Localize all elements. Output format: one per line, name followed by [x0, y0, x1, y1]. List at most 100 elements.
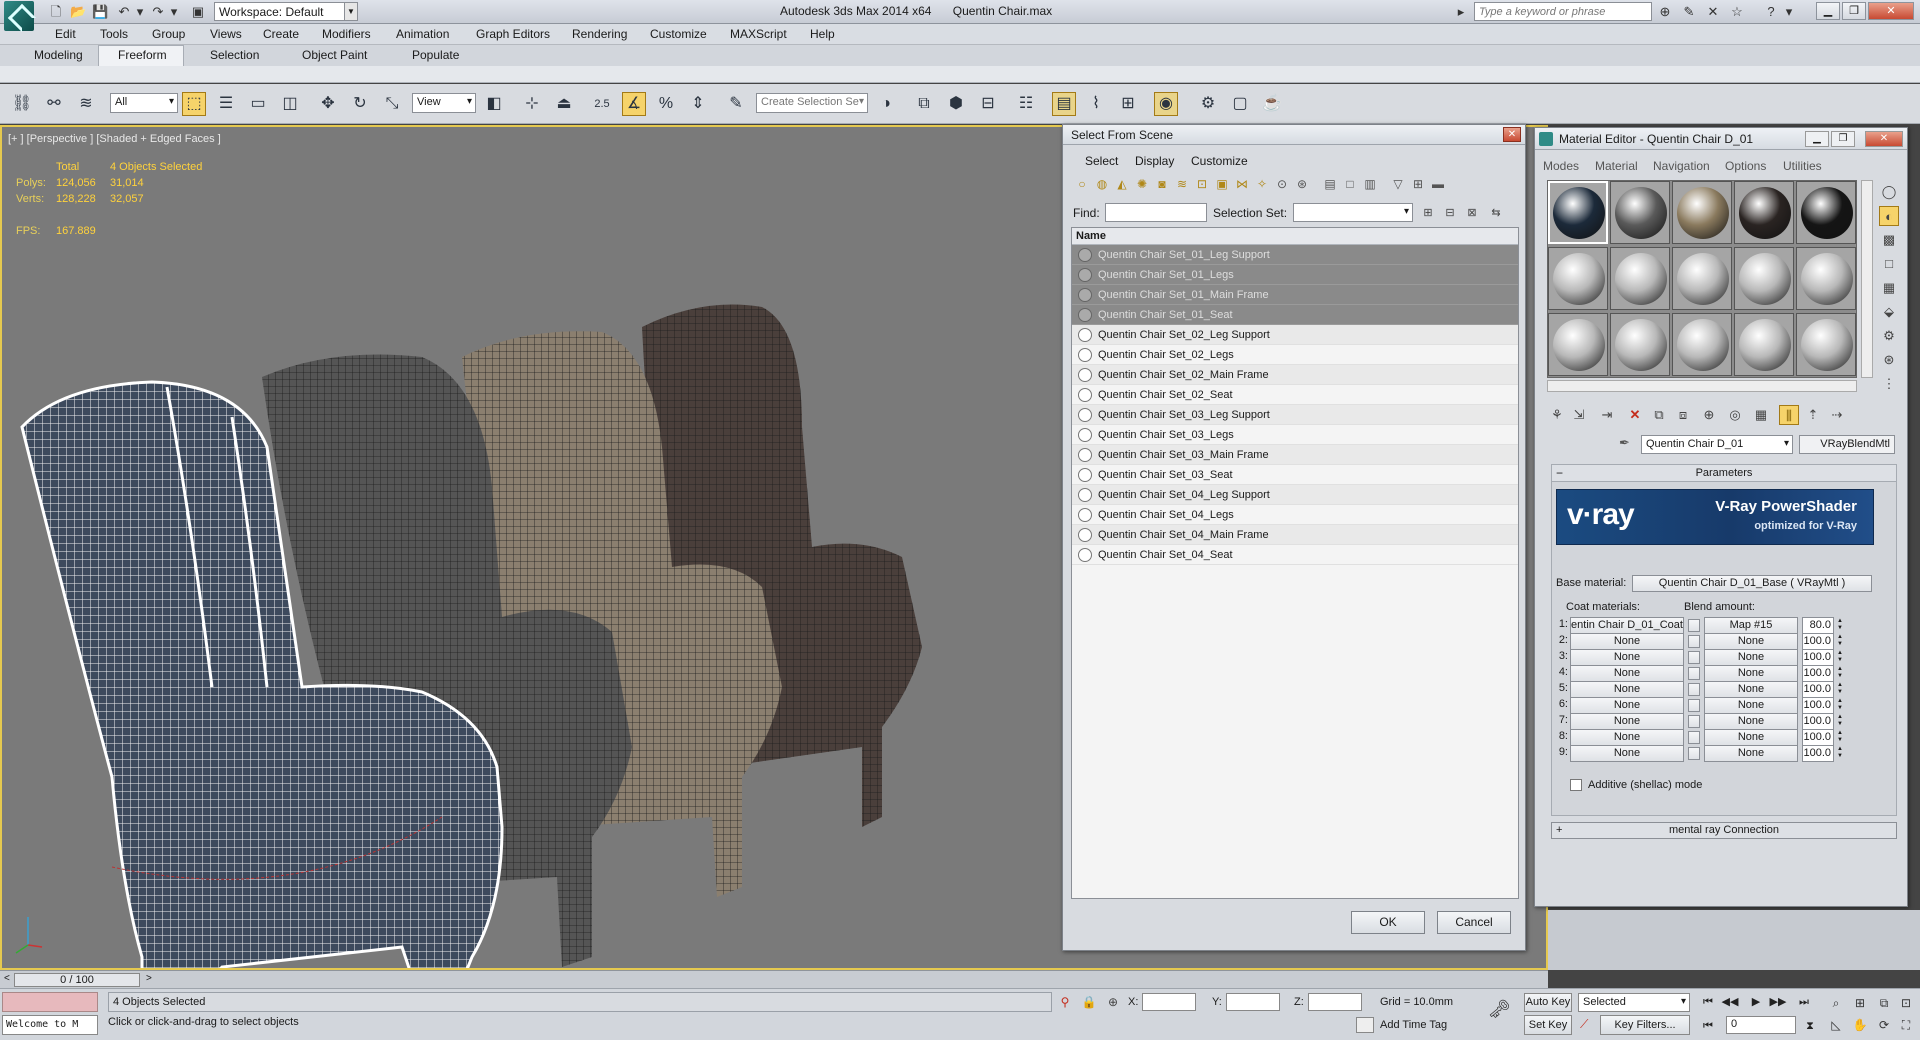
- show-end-result-icon[interactable]: ⫼: [1779, 405, 1799, 425]
- layer-manager-icon[interactable]: ☷: [1014, 92, 1038, 116]
- scene-object-row[interactable]: Quentin Chair Set_01_Main Frame: [1072, 285, 1518, 305]
- next-frame-icon[interactable]: ▶▶: [1768, 993, 1788, 1011]
- material-sample-slot[interactable]: [1672, 181, 1732, 244]
- scene-object-row[interactable]: Quentin Chair Set_04_Seat: [1072, 545, 1518, 565]
- blend-amount-spinner[interactable]: ▲ ▼: [1837, 634, 1844, 649]
- coat-material-button[interactable]: None: [1570, 665, 1684, 682]
- material-sample-slot[interactable]: [1734, 247, 1794, 310]
- move-icon[interactable]: ✥: [316, 92, 340, 116]
- scene-object-row[interactable]: Quentin Chair Set_02_Leg Support: [1072, 325, 1518, 345]
- y-coordinate-field[interactable]: [1226, 993, 1280, 1011]
- scene-object-row[interactable]: Quentin Chair Set_02_Legs: [1072, 345, 1518, 365]
- material-sample-slot[interactable]: [1672, 313, 1732, 376]
- select-by-name-icon[interactable]: ☰: [214, 92, 238, 116]
- undo-icon[interactable]: ↶: [116, 4, 132, 20]
- coat-material-button[interactable]: None: [1570, 713, 1684, 730]
- zoom-icon[interactable]: ⌕: [1826, 993, 1846, 1013]
- current-frame-field[interactable]: 0: [1726, 1016, 1796, 1034]
- blend-map-button[interactable]: None: [1704, 697, 1798, 714]
- coat-material-button[interactable]: None: [1570, 649, 1684, 666]
- project-folder-icon[interactable]: ▣: [190, 4, 206, 20]
- base-material-button[interactable]: Quentin Chair D_01_Base ( VRayMtl ): [1632, 575, 1872, 592]
- blend-amount-spinner[interactable]: ▲ ▼: [1837, 698, 1844, 713]
- blend-map-button[interactable]: None: [1704, 729, 1798, 746]
- rotate-icon[interactable]: ↻: [348, 92, 372, 116]
- blend-amount-spinner[interactable]: ▲ ▼: [1837, 714, 1844, 729]
- mirror-icon[interactable]: ⧉: [912, 92, 936, 116]
- me-menu-material[interactable]: Material: [1595, 159, 1638, 173]
- material-sample-slot[interactable]: [1796, 313, 1856, 376]
- dialog-close-button[interactable]: ✕: [1503, 127, 1521, 142]
- material-map-navigator-icon[interactable]: ⋮: [1879, 374, 1899, 394]
- backlight-icon[interactable]: ◐: [1879, 206, 1899, 226]
- blend-map-button[interactable]: None: [1704, 633, 1798, 650]
- add-to-set-icon[interactable]: ⊟: [1441, 204, 1459, 222]
- add-time-tag[interactable]: Add Time Tag: [1380, 1019, 1447, 1031]
- menu-edit[interactable]: Edit: [55, 27, 76, 41]
- tab-modeling[interactable]: Modeling: [34, 48, 83, 62]
- field-of-view-icon[interactable]: ◺: [1826, 1015, 1846, 1035]
- blend-map-button[interactable]: None: [1704, 713, 1798, 730]
- display-all-icon[interactable]: ▤: [1321, 175, 1339, 193]
- save-file-icon[interactable]: 💾: [92, 4, 108, 20]
- menu-rendering[interactable]: Rendering: [572, 27, 627, 41]
- material-sample-slot[interactable]: [1548, 247, 1608, 310]
- go-forward-to-sibling-icon[interactable]: ⇢: [1827, 405, 1847, 425]
- curve-editor-icon[interactable]: ⌇: [1084, 92, 1108, 116]
- scene-object-row[interactable]: Quentin Chair Set_04_Leg Support: [1072, 485, 1518, 505]
- sync-selection-icon[interactable]: ⇆: [1487, 204, 1505, 222]
- cancel-button[interactable]: Cancel: [1437, 911, 1511, 934]
- options-icon[interactable]: ⚙: [1879, 326, 1899, 346]
- invert-selection-icon[interactable]: ▬: [1429, 175, 1447, 193]
- scene-object-row[interactable]: Quentin Chair Set_04_Main Frame: [1072, 525, 1518, 545]
- rendered-frame-window-icon[interactable]: ▢: [1228, 92, 1252, 116]
- help-icon[interactable]: ?: [1762, 3, 1780, 21]
- zoom-all-icon[interactable]: ⊞: [1850, 993, 1870, 1013]
- previous-frame-icon[interactable]: ◀◀: [1720, 993, 1740, 1011]
- redo-dropdown-icon[interactable]: ▾: [166, 4, 182, 20]
- time-tag-icon[interactable]: [1356, 1017, 1374, 1033]
- display-frozen-icon[interactable]: ⊛: [1293, 175, 1311, 193]
- select-object-icon[interactable]: ⬚: [182, 92, 206, 116]
- scene-object-row[interactable]: Quentin Chair Set_03_Seat: [1072, 465, 1518, 485]
- communication-icon[interactable]: ✕: [1704, 3, 1722, 21]
- coat-material-button[interactable]: entin Chair D_01_Coat: [1570, 617, 1684, 634]
- time-configuration-icon[interactable]: ⧗: [1800, 1017, 1820, 1035]
- display-geometry-icon[interactable]: ◍: [1093, 175, 1111, 193]
- selection-lock-icon[interactable]: 🔒: [1080, 993, 1098, 1011]
- scene-object-row[interactable]: Quentin Chair Set_01_Seat: [1072, 305, 1518, 325]
- material-sample-slot[interactable]: [1610, 181, 1670, 244]
- select-manipulate-icon[interactable]: ⊹: [520, 92, 544, 116]
- open-file-icon[interactable]: 📂: [70, 4, 86, 20]
- workspace-dropdown[interactable]: Workspace: Default: [214, 2, 354, 21]
- chevron-down-icon[interactable]: ▼: [344, 2, 358, 21]
- filter-icon[interactable]: ▽: [1389, 175, 1407, 193]
- me-maximize-button[interactable]: ❐: [1831, 131, 1855, 147]
- undo-dropdown-icon[interactable]: ▾: [132, 4, 148, 20]
- material-sample-slot[interactable]: [1796, 247, 1856, 310]
- make-material-copy-icon[interactable]: ⧉: [1649, 405, 1669, 425]
- me-close-button[interactable]: ✕: [1865, 131, 1903, 147]
- sample-type-icon[interactable]: ◯: [1879, 182, 1899, 202]
- prev-frame-arrow-icon[interactable]: <: [4, 973, 10, 984]
- bind-space-warp-icon[interactable]: ≋: [74, 92, 98, 116]
- coat-enable-toggle[interactable]: [1688, 619, 1700, 632]
- render-setup-icon[interactable]: ⚙: [1196, 92, 1220, 116]
- material-editor-icon[interactable]: ◉: [1154, 92, 1178, 116]
- background-icon[interactable]: ▩: [1879, 230, 1899, 250]
- maxscript-listener-output[interactable]: [2, 992, 98, 1012]
- display-shapes-icon[interactable]: ◭: [1113, 175, 1131, 193]
- blend-map-button[interactable]: Map #15: [1704, 617, 1798, 634]
- blend-amount-field[interactable]: 100.0: [1802, 665, 1834, 682]
- reset-map-icon[interactable]: ✕: [1625, 405, 1645, 425]
- coat-material-button[interactable]: None: [1570, 745, 1684, 762]
- display-containers-icon[interactable]: ⊙: [1273, 175, 1291, 193]
- display-helpers-icon[interactable]: ≋: [1173, 175, 1191, 193]
- coat-enable-toggle[interactable]: [1688, 699, 1700, 712]
- assign-material-icon[interactable]: ⇥: [1597, 405, 1617, 425]
- coat-enable-toggle[interactable]: [1688, 635, 1700, 648]
- menu-help[interactable]: Help: [810, 27, 835, 41]
- reference-coordinate-dropdown[interactable]: View: [412, 93, 476, 113]
- coat-enable-toggle[interactable]: [1688, 667, 1700, 680]
- sfs-menu-select[interactable]: Select: [1085, 154, 1118, 168]
